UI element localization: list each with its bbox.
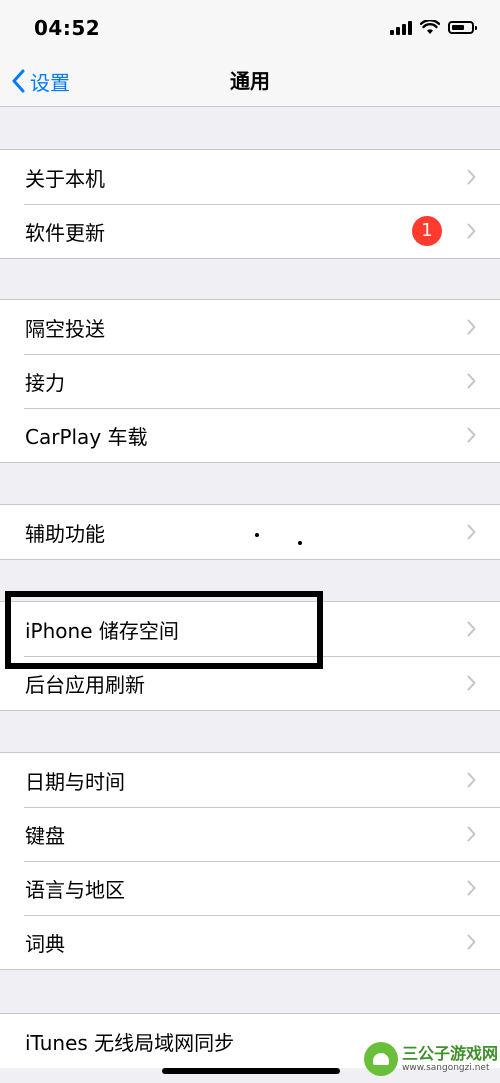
chevron-right-icon xyxy=(467,373,476,389)
wifi-icon xyxy=(420,19,440,34)
chevron-right-icon xyxy=(467,826,476,842)
navigation-bar: 通用 设置 xyxy=(0,56,500,107)
settings-group-2: 隔空投送 接力 CarPlay 车载 xyxy=(0,299,500,463)
row-label: iPhone 储存空间 xyxy=(25,618,179,643)
battery-icon xyxy=(448,20,477,34)
chevron-right-icon xyxy=(467,934,476,950)
watermark-text: 三公子游戏网 www.sangongzi.net xyxy=(401,1043,498,1074)
stray-dot xyxy=(298,541,302,545)
row-carplay[interactable]: CarPlay 车载 xyxy=(0,408,500,462)
chevron-right-icon xyxy=(467,621,476,637)
row-label: 辅助功能 xyxy=(25,521,105,546)
settings-group-1: 关于本机 软件更新 1 xyxy=(0,149,500,259)
row-label: 关于本机 xyxy=(25,166,105,191)
row-label: iTunes 无线局域网同步 xyxy=(25,1030,235,1055)
chevron-right-icon xyxy=(467,319,476,335)
back-chevron-icon xyxy=(12,69,25,93)
chevron-right-icon xyxy=(467,524,476,540)
chevron-right-icon xyxy=(467,223,476,239)
row-label: 接力 xyxy=(25,370,65,395)
row-date-time[interactable]: 日期与时间 xyxy=(0,753,500,807)
row-label: CarPlay 车载 xyxy=(25,424,148,449)
page-title: 通用 xyxy=(230,69,270,93)
row-handoff[interactable]: 接力 xyxy=(0,354,500,408)
chevron-right-icon xyxy=(467,169,476,185)
chevron-right-icon xyxy=(467,675,476,691)
row-label: 隔空投送 xyxy=(25,316,105,341)
status-time: 04:52 xyxy=(34,16,101,40)
back-button-label: 设置 xyxy=(30,70,70,95)
status-bar: 04:52 xyxy=(0,0,500,56)
watermark-logo-icon xyxy=(363,1042,398,1076)
row-background-refresh[interactable]: 后台应用刷新 xyxy=(0,656,500,710)
settings-group-3: 辅助功能 xyxy=(0,504,500,560)
row-label: 软件更新 xyxy=(25,220,105,245)
row-label: 键盘 xyxy=(25,823,65,848)
chevron-right-icon xyxy=(467,772,476,788)
row-label: 日期与时间 xyxy=(25,769,125,794)
stray-dot xyxy=(255,533,259,537)
watermark-url: www.sangongzi.net xyxy=(401,1062,490,1073)
row-accessibility[interactable]: 辅助功能 xyxy=(0,505,500,559)
row-label: 词典 xyxy=(25,931,65,956)
row-keyboard[interactable]: 键盘 xyxy=(0,807,500,861)
notification-badge: 1 xyxy=(412,216,442,246)
watermark: 三公子游戏网 www.sangongzi.net xyxy=(363,1042,498,1076)
row-label: 语言与地区 xyxy=(25,877,125,902)
watermark-title: 三公子游戏网 xyxy=(401,1043,498,1063)
settings-group-4: iPhone 储存空间 后台应用刷新 xyxy=(0,601,500,711)
chevron-right-icon xyxy=(467,880,476,896)
row-software-update[interactable]: 软件更新 1 xyxy=(0,204,500,258)
row-airdrop[interactable]: 隔空投送 xyxy=(0,300,500,354)
status-icons xyxy=(390,19,477,35)
signal-icon xyxy=(390,19,412,35)
row-language-region[interactable]: 语言与地区 xyxy=(0,861,500,915)
row-iphone-storage[interactable]: iPhone 储存空间 xyxy=(0,602,500,656)
home-indicator[interactable] xyxy=(162,1068,340,1074)
row-dictionary[interactable]: 词典 xyxy=(0,915,500,969)
row-about[interactable]: 关于本机 xyxy=(0,150,500,204)
settings-group-5: 日期与时间 键盘 语言与地区 词典 xyxy=(0,752,500,970)
chevron-right-icon xyxy=(467,427,476,443)
back-button[interactable]: 设置 xyxy=(12,56,70,106)
row-label: 后台应用刷新 xyxy=(25,672,145,697)
